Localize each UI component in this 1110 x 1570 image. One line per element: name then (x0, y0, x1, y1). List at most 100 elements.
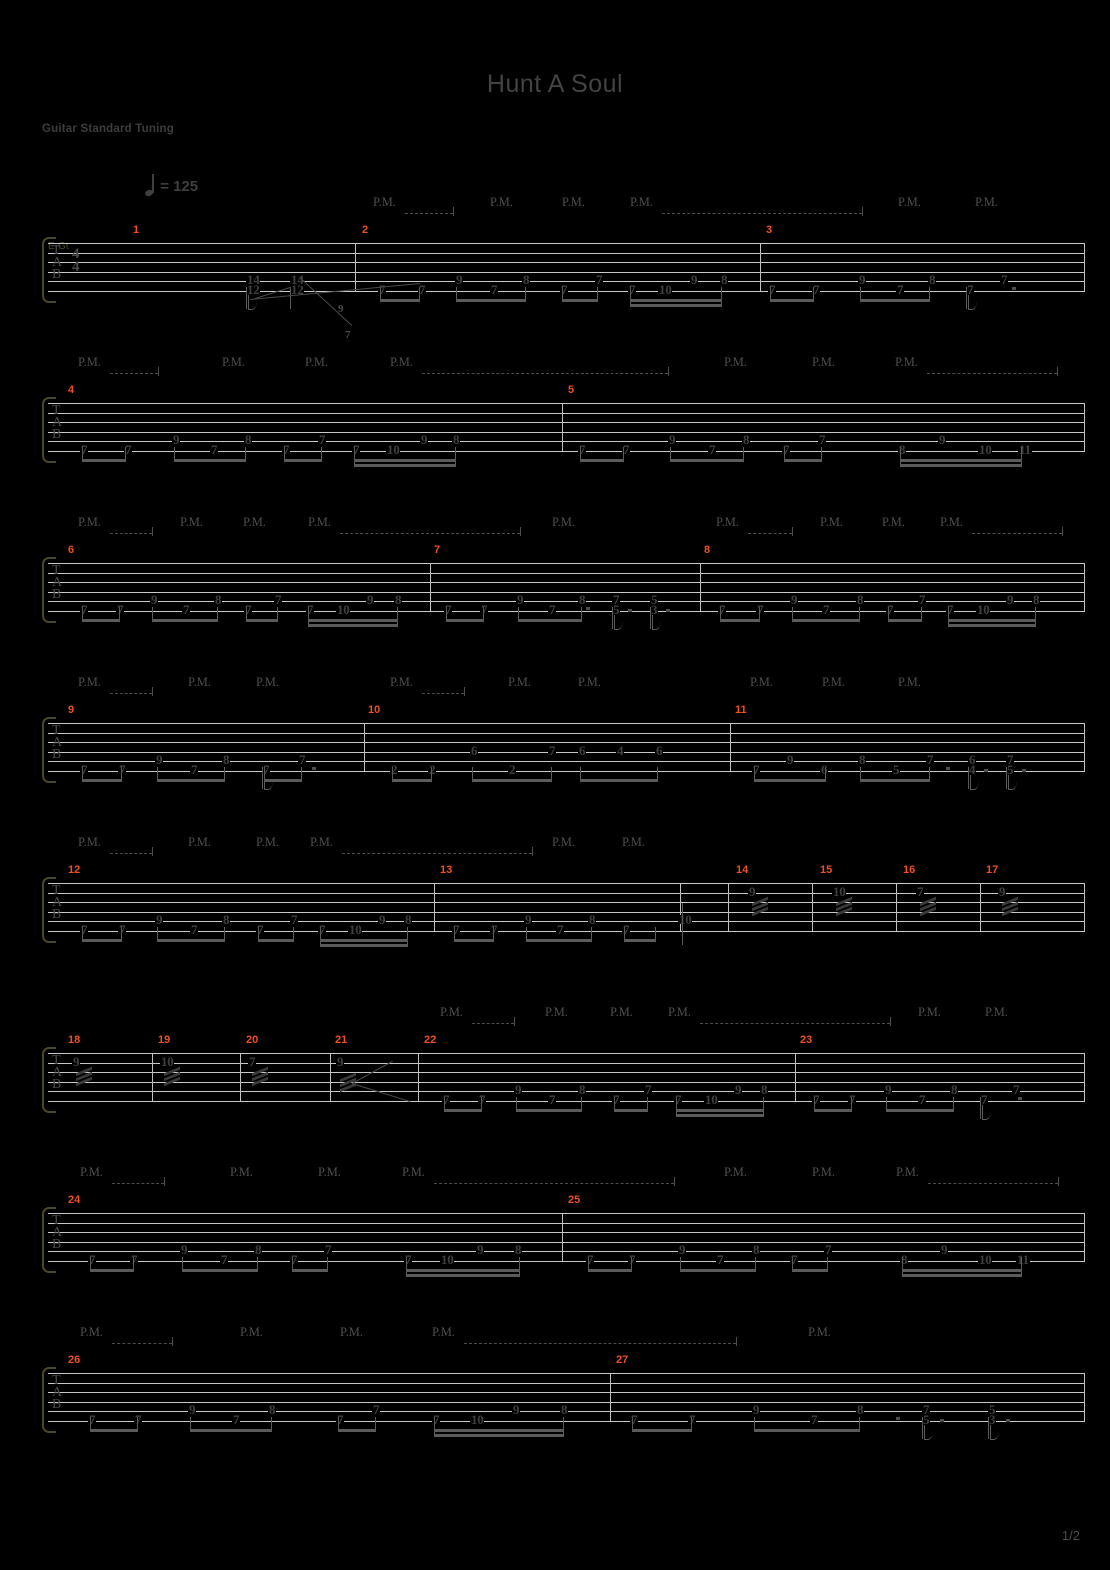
palm-mute-dash-line (464, 1343, 736, 1344)
staff-system-5: TAB7797877710987797871091079121314151617… (0, 825, 1110, 975)
tab-note: 9 (524, 912, 533, 928)
barline (364, 723, 365, 771)
note-beam (284, 459, 322, 462)
note-stem (472, 767, 474, 781)
note-stem (82, 607, 84, 621)
note-stem (321, 447, 323, 461)
barline (562, 1213, 563, 1261)
note-beam (454, 939, 494, 942)
note-stem (948, 607, 950, 626)
tab-clef: TAB (52, 564, 68, 602)
tab-note: 8 (560, 1402, 569, 1418)
tab-note: 7 (548, 742, 557, 758)
note-beam (446, 619, 484, 622)
barline (812, 883, 813, 931)
barline (728, 883, 729, 931)
palm-mute-label: P.M. (310, 835, 333, 849)
tab-note: 8 (742, 432, 751, 448)
note-stem (721, 287, 723, 306)
note-stem (743, 447, 745, 461)
tab-note: 9 (752, 1402, 761, 1418)
palm-mute-label: P.M. (432, 1325, 455, 1339)
note-stem (657, 767, 659, 781)
palm-mute-label: P.M. (78, 835, 101, 849)
barline (610, 1373, 611, 1421)
measure-number: 11 (735, 704, 747, 716)
palm-mute-dash-line (405, 213, 453, 214)
note-stem (526, 927, 528, 941)
tab-note: 9 (938, 432, 947, 448)
note-stem (90, 1257, 92, 1271)
eighth-note-flag (924, 1425, 933, 1440)
note-beam (434, 1434, 564, 1437)
palm-mute-dash-line (928, 1183, 1058, 1184)
tab-note: 7 (644, 1082, 653, 1098)
note-beam (82, 459, 126, 462)
tab-note: 6 (655, 742, 664, 758)
tab-note: 10 (978, 442, 993, 457)
tab-note: 7 (1012, 1082, 1021, 1098)
rest-mark (628, 609, 632, 612)
palm-mute-dash-line (112, 1343, 172, 1344)
eighth-note-flag (968, 295, 977, 310)
barline (355, 243, 356, 291)
tab-note: 7 (556, 922, 565, 937)
tab-note: 7 (210, 442, 219, 457)
note-beam (580, 779, 658, 782)
staff-line (48, 1091, 1085, 1093)
note-stem (631, 1257, 633, 1271)
palm-mute-dash-line (110, 853, 152, 854)
tab-note: 10 (386, 442, 401, 457)
note-stem (308, 607, 310, 626)
note-stem (647, 1097, 649, 1111)
palm-mute-label: P.M. (373, 195, 396, 209)
palm-mute-dash-line (927, 373, 1057, 374)
tab-note: 7 (318, 432, 327, 448)
note-stem (224, 927, 226, 941)
staff-line (48, 1062, 1085, 1064)
note-stem (624, 927, 626, 941)
eighth-note-flag (264, 775, 273, 790)
tab-note: 9 (455, 272, 464, 288)
note-stem (152, 607, 154, 621)
tab-note: 8 (222, 752, 231, 768)
tab-note: 9 (668, 432, 677, 448)
palm-mute-dash-line (340, 533, 520, 534)
eighth-note-flag (982, 1105, 991, 1120)
tab-staff: T A B 4 4 14 12 14 12 7 7 9 7 8 7 7 7 10 9 8 7 7 9 7 8 7 7 9 7 (48, 243, 1085, 341)
note-stem (174, 447, 176, 461)
tab-note: 8 (244, 432, 253, 448)
palm-mute-label: P.M. (230, 1165, 253, 1179)
staff-line (48, 742, 1085, 744)
note-stem (953, 1097, 955, 1111)
measure-number: 6 (68, 544, 75, 556)
tab-note: 8 (752, 1242, 761, 1258)
palm-mute-label: P.M. (918, 1005, 941, 1019)
tremolo-marks (164, 1066, 180, 1086)
tab-note: 9 (512, 1402, 521, 1418)
note-beam (292, 1269, 328, 1272)
palm-mute-label: P.M. (390, 675, 413, 689)
barline (330, 1053, 331, 1101)
tab-note: 9 (884, 1082, 893, 1098)
barline (730, 723, 731, 771)
palm-mute-label: P.M. (724, 355, 747, 369)
note-stem (851, 1097, 853, 1111)
note-stem (655, 927, 657, 941)
eighth-note-flag (990, 1425, 999, 1440)
tab-note: 10 (348, 922, 363, 937)
note-stem (580, 767, 582, 781)
palm-mute-label: P.M. (552, 515, 575, 529)
note-stem (327, 1257, 329, 1271)
end-barline (1084, 883, 1085, 931)
tab-note: 7 (708, 442, 717, 457)
measure-number: 20 (246, 1034, 259, 1046)
staff-line (48, 572, 1085, 574)
note-stem (137, 1417, 139, 1431)
tab-note: 7 (822, 602, 831, 617)
note-stem (821, 447, 823, 461)
tab-note: 9 (514, 1082, 523, 1098)
note-beam (90, 1429, 138, 1432)
tab-note: 8 (858, 752, 867, 768)
measure-number: 10 (368, 704, 381, 716)
